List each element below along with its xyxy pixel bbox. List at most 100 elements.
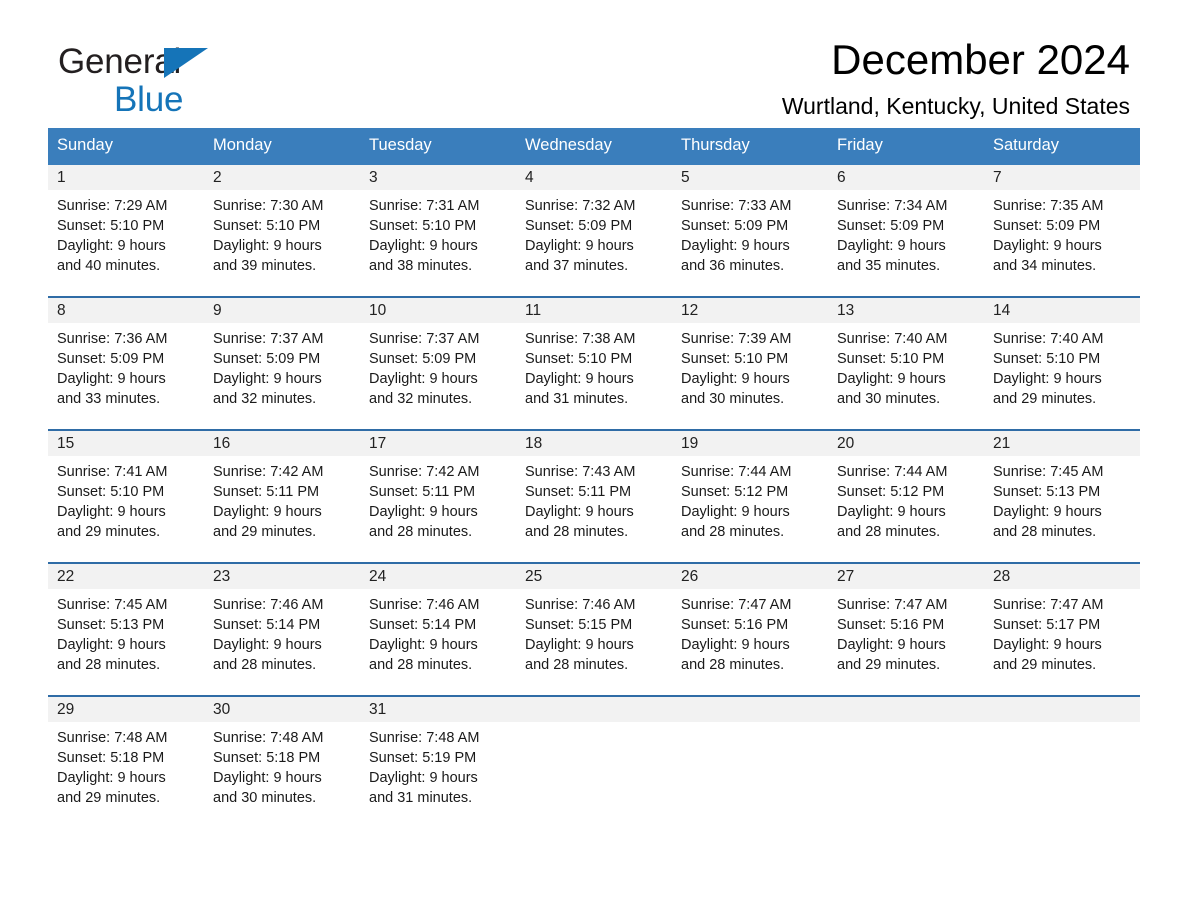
calendar-day-cell[interactable]: 26 Sunrise: 7:47 AM Sunset: 5:16 PM Dayligh… — [672, 563, 828, 682]
day-number: 25 — [525, 567, 543, 585]
sunrise-time: Sunrise: 7:37 AM — [369, 330, 480, 347]
day-number: 17 — [369, 434, 387, 452]
calendar-day-cell[interactable]: 10 Sunrise: 7:37 AM Sunset: 5:09 PM Dayligh… — [360, 297, 516, 416]
day-number-band: 27 — [828, 563, 984, 589]
sunrise-time: Sunrise: 7:48 AM — [213, 729, 324, 746]
calendar-day-cell[interactable]: 19 Sunrise: 7:44 AM Sunset: 5:12 PM Dayligh… — [672, 430, 828, 549]
brand-text-blue: Blue — [114, 80, 184, 119]
sunrise-time: Sunrise: 7:41 AM — [57, 463, 168, 480]
daylight-duration-line1: Daylight: 9 hours — [525, 503, 634, 520]
day-number: 24 — [369, 567, 387, 585]
daylight-duration-line1: Daylight: 9 hours — [369, 636, 478, 653]
day-number-band: 4 — [516, 164, 672, 190]
daylight-duration-line2: and 32 minutes. — [213, 390, 317, 407]
calendar-day-cell[interactable]: 6 Sunrise: 7:34 AM Sunset: 5:09 PM Daylight… — [828, 164, 984, 283]
calendar-day-cell[interactable]: 2 Sunrise: 7:30 AM Sunset: 5:10 PM Daylight… — [204, 164, 360, 283]
daylight-duration-line2: and 37 minutes. — [525, 257, 629, 274]
day-number: 29 — [57, 700, 75, 718]
calendar-day-cell[interactable]: 24 Sunrise: 7:46 AM Sunset: 5:14 PM Dayligh… — [360, 563, 516, 682]
sunrise-time: Sunrise: 7:46 AM — [525, 596, 636, 613]
day-number-band: 21 — [984, 430, 1140, 456]
day-number: 30 — [213, 700, 231, 718]
sunset-time: Sunset: 5:11 PM — [525, 483, 632, 500]
day-sun-info: Sunrise: 7:47 AM Sunset: 5:16 PM Daylight:… — [672, 589, 828, 675]
sunrise-time: Sunrise: 7:40 AM — [993, 330, 1104, 347]
calendar-day-cell[interactable]: 5 Sunrise: 7:33 AM Sunset: 5:09 PM Daylight… — [672, 164, 828, 283]
daylight-duration-line1: Daylight: 9 hours — [57, 370, 166, 387]
calendar-day-cell[interactable]: 3 Sunrise: 7:31 AM Sunset: 5:10 PM Daylight… — [360, 164, 516, 283]
calendar-day-cell[interactable]: 11 Sunrise: 7:38 AM Sunset: 5:10 PM Dayligh… — [516, 297, 672, 416]
day-number: 1 — [57, 168, 66, 186]
day-number: 10 — [369, 301, 387, 319]
calendar-day-cell[interactable]: 8 Sunrise: 7:36 AM Sunset: 5:09 PM Daylight… — [48, 297, 204, 416]
calendar-day-cell[interactable]: 16 Sunrise: 7:42 AM Sunset: 5:11 PM Dayligh… — [204, 430, 360, 549]
calendar-day-cell[interactable]: 20 Sunrise: 7:44 AM Sunset: 5:12 PM Dayligh… — [828, 430, 984, 549]
day-sun-info: Sunrise: 7:46 AM Sunset: 5:15 PM Daylight:… — [516, 589, 672, 675]
day-number-band: 3 — [360, 164, 516, 190]
calendar-day-cell[interactable]: 18 Sunrise: 7:43 AM Sunset: 5:11 PM Dayligh… — [516, 430, 672, 549]
day-sun-info: Sunrise: 7:46 AM Sunset: 5:14 PM Daylight:… — [360, 589, 516, 675]
calendar-day-cell[interactable]: 30 Sunrise: 7:48 AM Sunset: 5:18 PM Dayligh… — [204, 696, 360, 815]
day-number-band: 26 — [672, 563, 828, 589]
daylight-duration-line2: and 28 minutes. — [837, 523, 941, 540]
triangle-logo-icon — [164, 48, 208, 78]
calendar-day-cell[interactable]: 9 Sunrise: 7:37 AM Sunset: 5:09 PM Daylight… — [204, 297, 360, 416]
day-sun-info: Sunrise: 7:39 AM Sunset: 5:10 PM Daylight:… — [672, 323, 828, 409]
daylight-duration-line1: Daylight: 9 hours — [57, 237, 166, 254]
sunrise-time: Sunrise: 7:30 AM — [213, 197, 324, 214]
weekday-header-wednesday: Wednesday — [525, 136, 612, 154]
sunrise-time: Sunrise: 7:45 AM — [993, 463, 1104, 480]
daylight-duration-line1: Daylight: 9 hours — [525, 237, 634, 254]
calendar-day-cell[interactable]: 31 Sunrise: 7:48 AM Sunset: 5:19 PM Dayligh… — [360, 696, 516, 815]
calendar-day-cell[interactable]: 25 Sunrise: 7:46 AM Sunset: 5:15 PM Dayligh… — [516, 563, 672, 682]
calendar-day-cell[interactable]: 29 Sunrise: 7:48 AM Sunset: 5:18 PM Dayligh… — [48, 696, 204, 815]
day-sun-info: Sunrise: 7:48 AM Sunset: 5:18 PM Daylight:… — [204, 722, 360, 808]
sunset-time: Sunset: 5:09 PM — [57, 350, 165, 367]
calendar-day-cell[interactable]: 23 Sunrise: 7:46 AM Sunset: 5:14 PM Dayligh… — [204, 563, 360, 682]
day-number: 28 — [993, 567, 1011, 585]
daylight-duration-line2: and 31 minutes. — [369, 789, 473, 806]
sunset-time: Sunset: 5:10 PM — [57, 217, 165, 234]
calendar-day-cell[interactable]: 13 Sunrise: 7:40 AM Sunset: 5:10 PM Dayligh… — [828, 297, 984, 416]
sunset-time: Sunset: 5:11 PM — [369, 483, 476, 500]
day-number: 12 — [681, 301, 699, 319]
sunset-time: Sunset: 5:16 PM — [681, 616, 789, 633]
day-number-band — [672, 696, 828, 722]
calendar-day-cell[interactable]: 28 Sunrise: 7:47 AM Sunset: 5:17 PM Dayligh… — [984, 563, 1140, 682]
day-sun-info: Sunrise: 7:31 AM Sunset: 5:10 PM Daylight:… — [360, 190, 516, 276]
sunrise-time: Sunrise: 7:45 AM — [57, 596, 168, 613]
daylight-duration-line1: Daylight: 9 hours — [213, 769, 322, 786]
calendar-day-cell[interactable]: 21 Sunrise: 7:45 AM Sunset: 5:13 PM Dayligh… — [984, 430, 1140, 549]
daylight-duration-line1: Daylight: 9 hours — [369, 503, 478, 520]
day-number: 18 — [525, 434, 543, 452]
weekday-header-thursday: Thursday — [681, 136, 750, 154]
calendar-day-cell[interactable]: 12 Sunrise: 7:39 AM Sunset: 5:10 PM Dayligh… — [672, 297, 828, 416]
daylight-duration-line2: and 30 minutes. — [213, 789, 317, 806]
day-number-band: 2 — [204, 164, 360, 190]
weekday-header-tuesday: Tuesday — [369, 136, 432, 154]
day-number-band: 24 — [360, 563, 516, 589]
sunset-time: Sunset: 5:18 PM — [57, 749, 165, 766]
brand-text-general: General — [58, 42, 182, 81]
day-number: 15 — [57, 434, 75, 452]
day-number-band: 1 — [48, 164, 204, 190]
calendar-day-cell[interactable]: 22 Sunrise: 7:45 AM Sunset: 5:13 PM Dayligh… — [48, 563, 204, 682]
day-sun-info: Sunrise: 7:30 AM Sunset: 5:10 PM Daylight:… — [204, 190, 360, 276]
calendar-day-cell[interactable]: 17 Sunrise: 7:42 AM Sunset: 5:11 PM Dayligh… — [360, 430, 516, 549]
daylight-duration-line2: and 30 minutes. — [837, 390, 941, 407]
calendar-day-cell[interactable]: 1 Sunrise: 7:29 AM Sunset: 5:10 PM Daylight… — [48, 164, 204, 283]
weekday-header-saturday: Saturday — [993, 136, 1060, 154]
day-number: 11 — [525, 301, 542, 319]
calendar-day-cell[interactable]: 14 Sunrise: 7:40 AM Sunset: 5:10 PM Dayligh… — [984, 297, 1140, 416]
day-number-band: 10 — [360, 297, 516, 323]
daylight-duration-line1: Daylight: 9 hours — [369, 769, 478, 786]
day-sun-info: Sunrise: 7:41 AM Sunset: 5:10 PM Daylight:… — [48, 456, 204, 542]
day-sun-info: Sunrise: 7:44 AM Sunset: 5:12 PM Daylight:… — [828, 456, 984, 542]
day-sun-info: Sunrise: 7:36 AM Sunset: 5:09 PM Daylight:… — [48, 323, 204, 409]
day-number-band: 17 — [360, 430, 516, 456]
calendar-day-cell[interactable]: 15 Sunrise: 7:41 AM Sunset: 5:10 PM Dayligh… — [48, 430, 204, 549]
sunrise-time: Sunrise: 7:31 AM — [369, 197, 480, 214]
calendar-day-cell[interactable]: 27 Sunrise: 7:47 AM Sunset: 5:16 PM Dayligh… — [828, 563, 984, 682]
calendar-day-cell[interactable]: 4 Sunrise: 7:32 AM Sunset: 5:09 PM Daylight… — [516, 164, 672, 283]
calendar-day-cell[interactable]: 7 Sunrise: 7:35 AM Sunset: 5:09 PM Daylight… — [984, 164, 1140, 283]
